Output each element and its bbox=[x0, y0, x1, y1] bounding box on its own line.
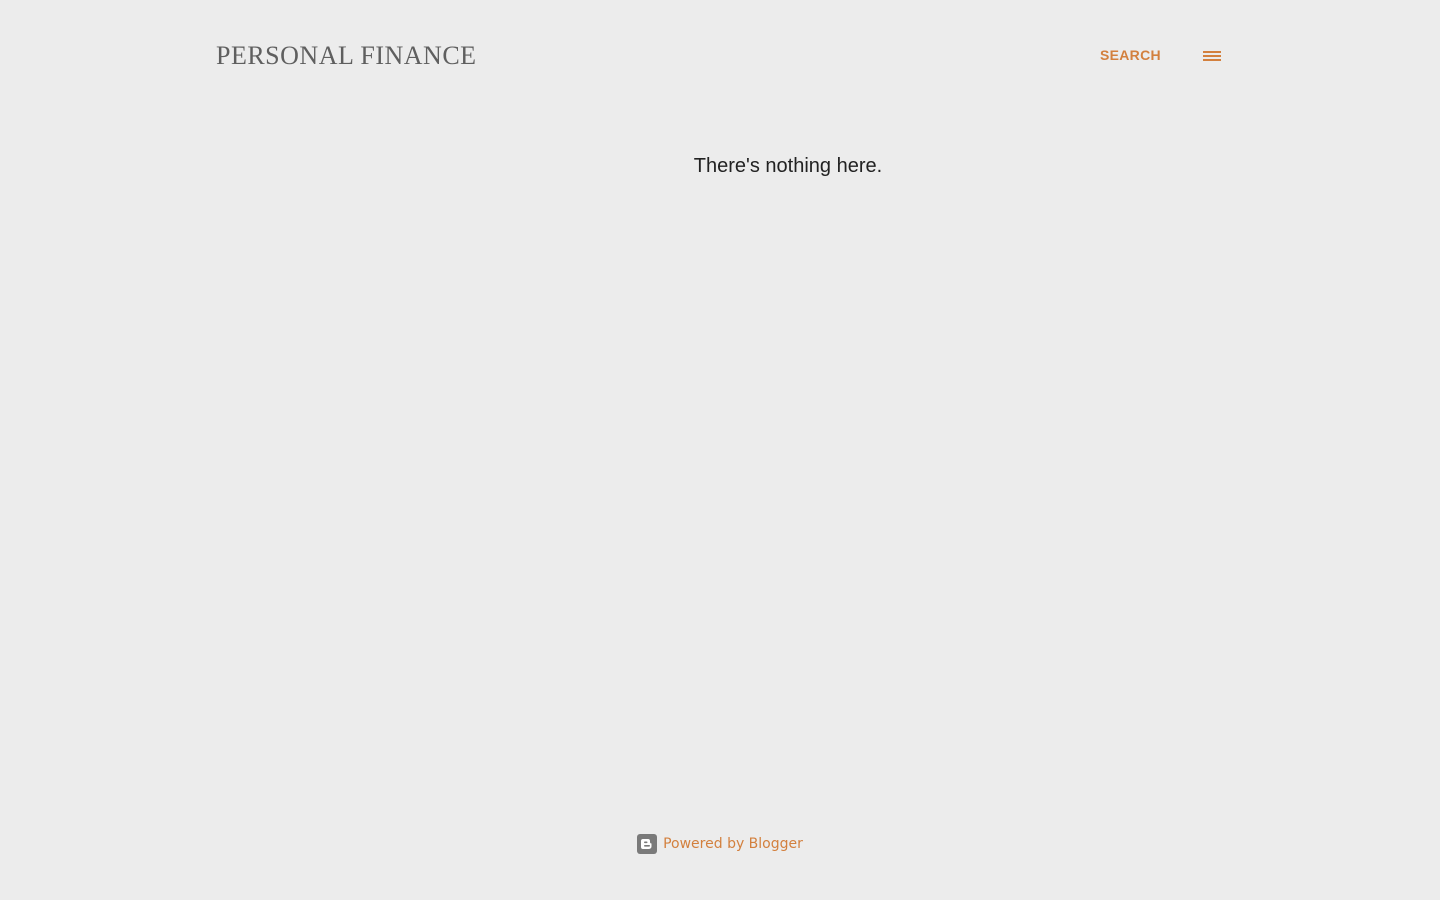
menu-button[interactable] bbox=[1196, 40, 1228, 72]
empty-state-message: There's nothing here. bbox=[693, 155, 883, 177]
page-footer: Powered by Blogger bbox=[0, 832, 1440, 856]
blog-title-link[interactable]: PERSONAL FINANCE bbox=[216, 40, 477, 72]
powered-by-blogger-link[interactable]: Powered by Blogger bbox=[637, 834, 803, 854]
search-button[interactable]: SEARCH bbox=[1100, 45, 1161, 65]
powered-by-label: Powered by Blogger bbox=[663, 836, 803, 852]
hamburger-menu-icon bbox=[1203, 51, 1221, 61]
page-header: PERSONAL FINANCE SEARCH bbox=[0, 0, 1440, 112]
blogger-logo-icon bbox=[637, 834, 658, 854]
